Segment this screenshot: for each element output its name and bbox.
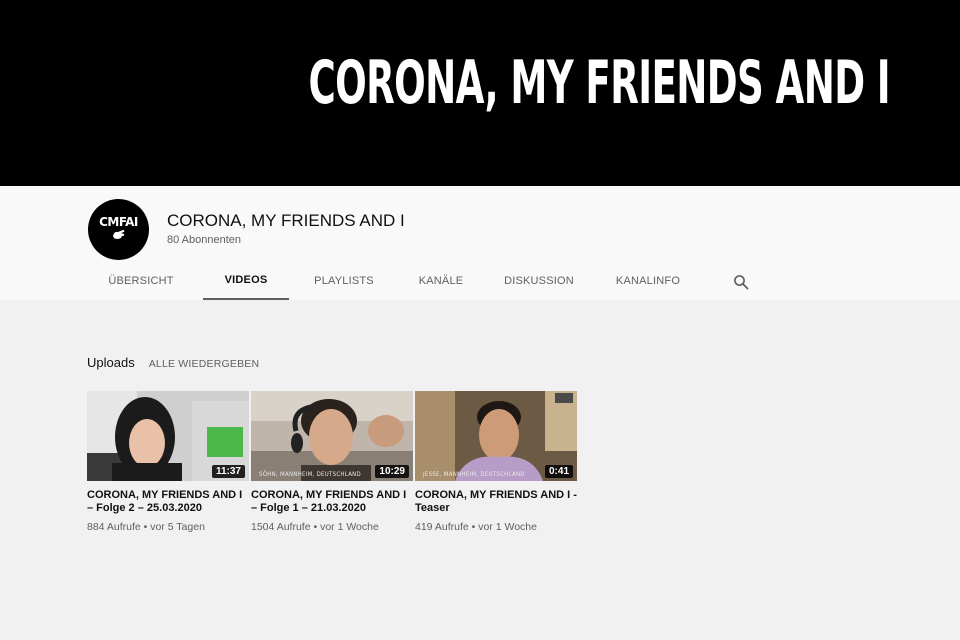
channel-name: CORONA, MY FRIENDS AND I [167, 211, 405, 230]
tab-playlists[interactable]: PLAYLISTS [294, 263, 394, 300]
tab-about[interactable]: KANALINFO [600, 263, 696, 300]
channel-avatar[interactable]: CMFAI [88, 199, 149, 260]
video-card[interactable]: SÖHN, MANNHEIM, DEUTSCHLAND 10:29 CORONA… [251, 391, 413, 533]
video-caption: JESSE, MANNHEIM, DEUTSCHLAND [423, 471, 525, 478]
video-thumbnail[interactable]: SÖHN, MANNHEIM, DEUTSCHLAND 10:29 [251, 391, 413, 481]
video-meta: 884 Aufrufe • vor 5 Tagen [87, 521, 249, 533]
channel-header: CMFAI CORONA, MY FRIENDS AND I 80 Abonne… [0, 186, 960, 300]
subscriber-count: 80 Abonnenten [167, 234, 242, 246]
video-title[interactable]: CORONA, MY FRIENDS AND I - Teaser [415, 489, 577, 515]
video-duration: 0:41 [544, 465, 573, 478]
video-views: 419 Aufrufe [415, 521, 469, 533]
channel-tabs: ÜBERSICHT VIDEOS PLAYLISTS KANÄLE DISKUS… [88, 263, 696, 300]
search-icon[interactable] [733, 274, 749, 290]
uploads-header: Uploads ALLE WIEDERGEBEN [87, 355, 259, 370]
video-card[interactable]: 11:37 CORONA, MY FRIENDS AND I – Folge 2… [87, 391, 249, 533]
video-thumbnail[interactable]: JESSE, MANNHEIM, DEUTSCHLAND 0:41 [415, 391, 577, 481]
video-duration: 10:29 [375, 465, 409, 478]
play-all-button[interactable]: ALLE WIEDERGEBEN [149, 358, 260, 370]
video-duration: 11:37 [211, 465, 245, 478]
video-title[interactable]: CORONA, MY FRIENDS AND I – Folge 2 – 25.… [87, 489, 249, 515]
video-meta: 419 Aufrufe • vor 1 Woche [415, 521, 577, 533]
video-caption: SÖHN, MANNHEIM, DEUTSCHLAND [259, 471, 361, 478]
tab-discussion[interactable]: DISKUSSION [488, 263, 590, 300]
tab-channels[interactable]: KANÄLE [399, 263, 483, 300]
video-title[interactable]: CORONA, MY FRIENDS AND I – Folge 1 – 21.… [251, 489, 413, 515]
video-thumbnail[interactable]: 11:37 [87, 391, 249, 481]
banner-title: CORONA, MY FRIENDS AND I [308, 48, 890, 118]
uploads-title[interactable]: Uploads [87, 355, 135, 370]
video-views: 884 Aufrufe [87, 521, 141, 533]
video-age: vor 5 Tagen [150, 521, 205, 533]
hand-icon [88, 227, 149, 243]
video-age: vor 1 Woche [320, 521, 379, 533]
video-views: 1504 Aufrufe [251, 521, 311, 533]
tab-overview[interactable]: ÜBERSICHT [88, 263, 194, 300]
video-age: vor 1 Woche [478, 521, 537, 533]
tab-videos[interactable]: VIDEOS [203, 263, 289, 300]
channel-banner: CORONA, MY FRIENDS AND I [0, 0, 960, 186]
video-card[interactable]: JESSE, MANNHEIM, DEUTSCHLAND 0:41 CORONA… [415, 391, 577, 533]
video-meta: 1504 Aufrufe • vor 1 Woche [251, 521, 413, 533]
